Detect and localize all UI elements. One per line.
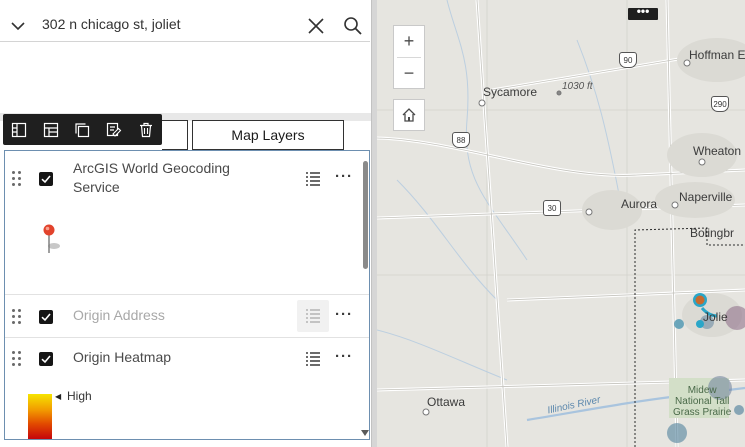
chevron-down-icon[interactable]	[10, 18, 26, 34]
map-view[interactable]: 90 290 88 30 Sycamore 1030 ft Hoffman Es…	[377, 0, 745, 447]
drag-handle-icon[interactable]	[12, 309, 22, 325]
interstate-90-shield-icon: 90	[619, 52, 637, 68]
heatmap-high-label: High	[67, 389, 92, 403]
delete-button[interactable]	[130, 114, 162, 145]
more-options-icon[interactable]: ···	[335, 307, 353, 325]
checkmark-icon	[41, 175, 51, 184]
more-options-icon[interactable]: ···	[335, 169, 353, 187]
layout-rows-icon	[43, 122, 58, 137]
layer-name: Origin Address	[73, 307, 165, 323]
legend-pointer-icon: ◀	[55, 392, 62, 401]
widget-toolbar	[3, 114, 162, 145]
legend-list-icon[interactable]	[305, 351, 321, 367]
trash-icon	[140, 122, 153, 137]
search-input[interactable]: 302 n chicago st, joliet	[42, 16, 181, 32]
drag-handle-icon[interactable]	[12, 171, 22, 187]
layer-name: Origin Heatmap	[73, 349, 172, 365]
layer-visibility-checkbox[interactable]	[39, 310, 53, 324]
layout-columns-icon	[11, 122, 26, 137]
layout-columns-button[interactable]	[3, 114, 35, 145]
home-icon	[402, 108, 416, 122]
duplicate-button[interactable]	[67, 114, 99, 145]
home-button[interactable]	[393, 99, 425, 131]
place-label-sycamore: Sycamore	[483, 85, 538, 99]
legend-list-icon[interactable]	[305, 171, 321, 187]
checkmark-icon	[41, 313, 51, 322]
tab-legend[interactable]	[162, 120, 188, 150]
layer-item-geocoding[interactable]: ArcGIS World Geocoding Service ···	[5, 151, 361, 293]
tab-map-layers[interactable]: Map Layers	[192, 120, 344, 150]
place-label-naperville: Naperville	[679, 190, 733, 204]
zoom-control: + −	[393, 25, 425, 89]
layer-name: ArcGIS World Geocoding Service	[73, 160, 230, 195]
heatmap-gradient-swatch	[28, 394, 52, 439]
zoom-out-button[interactable]: −	[394, 58, 424, 89]
layer-list: ArcGIS World Geocoding Service ··· Origi…	[4, 150, 370, 440]
place-label-hoffman-estates: Hoffman Est	[689, 48, 745, 62]
layer-item-origin-heatmap[interactable]: Origin Heatmap ···	[5, 338, 361, 438]
checkmark-icon	[41, 355, 51, 364]
interstate-88-shield-icon: 88	[452, 132, 470, 148]
more-options-icon[interactable]: ···	[335, 349, 353, 367]
map-widget-menu-button[interactable]: •••	[628, 5, 658, 20]
layer-visibility-checkbox[interactable]	[39, 172, 53, 186]
edit-settings-button[interactable]	[98, 114, 130, 145]
place-label-aurora: Aurora	[621, 197, 658, 211]
edit-settings-icon	[107, 122, 122, 137]
duplicate-icon	[75, 122, 90, 137]
legend-list-button[interactable]	[297, 300, 329, 332]
layer-visibility-checkbox[interactable]	[39, 352, 53, 366]
place-label-ottawa: Ottawa	[427, 395, 466, 409]
left-panel: 302 n chicago st, joliet Map Layers ArcG…	[0, 0, 374, 447]
search-icon[interactable]	[343, 16, 363, 36]
place-label-bolingbrook: Bolingbr	[690, 226, 735, 240]
location-pin-icon	[43, 224, 60, 253]
layer-item-origin-address[interactable]: Origin Address ···	[5, 295, 361, 337]
elevation-label: 1030 ft	[562, 81, 593, 92]
zoom-in-button[interactable]: +	[394, 26, 424, 57]
legend-list-icon	[306, 309, 320, 323]
search-bar: 302 n chicago st, joliet	[0, 8, 370, 42]
scroll-down-icon[interactable]	[361, 430, 369, 436]
layout-rows-button[interactable]	[35, 114, 67, 145]
clear-icon[interactable]	[307, 17, 325, 35]
drag-handle-icon[interactable]	[12, 351, 22, 367]
place-label-wheaton: Wheaton	[693, 144, 742, 158]
basemap	[377, 0, 745, 447]
scrollbar-thumb[interactable]	[363, 161, 368, 269]
place-label-joliet: Jolie	[703, 310, 728, 324]
interstate-290-shield-icon: 290	[711, 96, 729, 112]
us-30-shield-icon: 30	[543, 200, 561, 216]
place-label-midewin: Midew National Tall Grass Prairie	[673, 385, 732, 418]
